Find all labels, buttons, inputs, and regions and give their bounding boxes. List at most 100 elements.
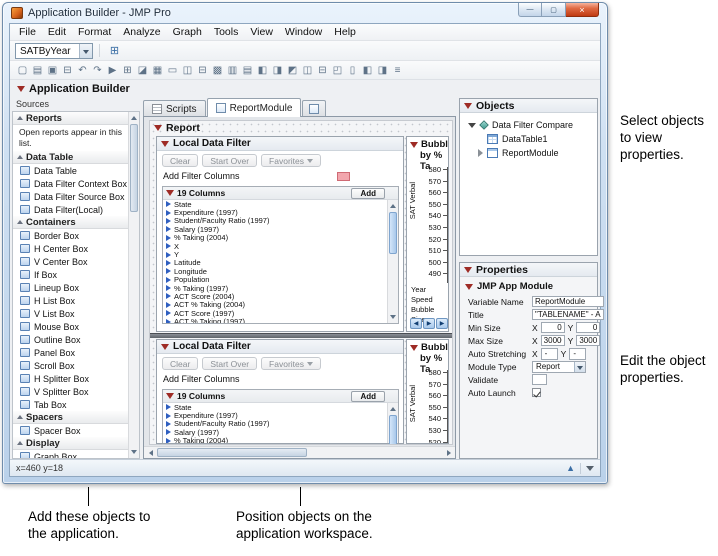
menu-item[interactable]: View [244,25,279,39]
source-item[interactable]: Border Box [13,229,128,242]
module-type-select[interactable]: Report [532,361,586,373]
redo-icon[interactable]: ↷ [90,63,105,78]
variable-name-input[interactable] [532,296,604,307]
section-header-data-table[interactable]: Data Table [13,151,128,164]
source-item[interactable]: If Box [13,268,128,281]
start-over-button[interactable]: Start Over [202,154,257,167]
expand-closed-icon[interactable] [478,149,483,157]
tab-box-icon[interactable]: ◰ [330,63,345,78]
source-item[interactable]: V Center Box [13,255,128,268]
step-back-icon[interactable]: ◀ [410,318,422,329]
maximize-button[interactable]: ▢ [542,3,566,17]
undo-icon[interactable]: ↶ [75,63,90,78]
menu-item[interactable]: Edit [42,25,72,39]
outline-icon[interactable]: ◧ [255,63,270,78]
menu-item[interactable]: Analyze [117,25,166,39]
section-header-containers[interactable]: Containers [13,216,128,229]
menu-item[interactable]: Format [72,25,117,39]
auto-stretching-x-select[interactable]: - [541,348,558,360]
h-center-icon[interactable]: ◫ [180,63,195,78]
source-item[interactable]: Outline Box [13,333,128,346]
tab-scripts[interactable]: Scripts [143,100,206,117]
scroll-icon[interactable]: ◩ [285,63,300,78]
text-icon[interactable]: ≡ [390,63,405,78]
chart-outline-header[interactable]: Bubble [407,137,448,150]
title-input[interactable] [532,309,604,320]
column-item[interactable]: % Taking (2004) [163,437,387,443]
scrollbar-thumb[interactable] [389,212,397,254]
columns-scrollbar[interactable] [387,403,398,443]
add-button[interactable]: Add [351,391,385,402]
disclosure-icon[interactable] [166,190,174,196]
save-icon[interactable]: ▣ [45,63,60,78]
column-item[interactable]: % Taking (2004) [163,234,387,242]
column-item[interactable]: X [163,242,387,250]
spacer-icon[interactable]: ▯ [345,63,360,78]
disclosure-icon[interactable] [465,284,473,290]
align-left-icon[interactable]: ◧ [360,63,375,78]
local-data-filter-2[interactable]: Local Data Filter Clear Start Over Favor… [156,339,404,444]
horizontal-splitter[interactable] [150,333,452,338]
v-list-icon[interactable]: ▤ [240,63,255,78]
minimize-button[interactable]: — [518,3,542,17]
disclosure-icon[interactable] [410,345,418,351]
favorites-button[interactable]: Favorites [261,154,321,167]
max-size-y-input[interactable] [576,335,600,346]
clear-button[interactable]: Clear [162,357,198,370]
scrollbar-thumb[interactable] [157,448,307,457]
play-icon[interactable]: ▶ [423,318,435,329]
expand-open-icon[interactable] [468,123,476,128]
source-item[interactable]: H List Box [13,294,128,307]
source-item[interactable]: H Splitter Box [13,372,128,385]
filter-outline-header[interactable]: Local Data Filter [157,340,403,354]
add-button[interactable]: Add [351,188,385,199]
source-item[interactable]: Spacer Box [13,424,128,437]
section-header-spacers[interactable]: Spacers [13,411,128,424]
workspace-canvas[interactable]: Report Local Data Filter Clear Start Ove… [143,116,456,459]
h-list-icon[interactable]: ▥ [225,63,240,78]
validate-input[interactable] [532,374,547,385]
max-size-x-input[interactable] [541,335,565,346]
print-icon[interactable]: ⊟ [60,63,75,78]
local-data-filter-1[interactable]: Local Data Filter Clear Start Over Favor… [156,136,404,332]
disclosure-icon[interactable] [154,125,162,131]
objects-header[interactable]: Objects [460,99,597,113]
workspace-horizontal-scrollbar[interactable] [144,446,455,458]
close-button[interactable]: × [566,3,599,17]
source-item[interactable]: Tab Box [13,398,128,411]
columns-header[interactable]: 19 Columns Add [163,390,398,403]
clear-button[interactable]: Clear [162,154,198,167]
menu-item[interactable]: Help [328,25,362,39]
v-center-icon[interactable]: ⊟ [195,63,210,78]
grid-icon[interactable]: ▦ [150,63,165,78]
bubble-chart-preview-2[interactable]: Bubble by % Ta SAT Verbal 58057056055054… [406,339,449,444]
scroll-down-icon[interactable] [388,312,398,323]
disclosure-icon[interactable] [166,393,174,399]
scroll-up-icon[interactable] [388,403,398,414]
auto-launch-checkbox[interactable] [532,388,541,397]
filter-outline-header[interactable]: Local Data Filter [157,137,403,151]
chevron-down-icon[interactable] [79,44,92,58]
column-item[interactable]: ACT % Taking (1997) [163,317,387,323]
source-item[interactable]: Scroll Box [13,359,128,372]
source-item[interactable]: Data Table [13,164,128,177]
report-module-box[interactable]: Report Local Data Filter Clear Start Ove… [149,120,453,445]
source-item[interactable]: Graph Box [13,450,128,458]
disclosure-icon[interactable] [410,142,418,148]
panel-icon[interactable]: ◨ [270,63,285,78]
tree-item-data-filter-compare[interactable]: Data Filter Compare [460,118,597,132]
run-script-icon[interactable]: ▶ [105,63,120,78]
source-item[interactable]: Data Filter Context Box [13,177,128,190]
properties-header[interactable]: Properties [460,263,597,277]
disclosure-icon[interactable] [464,103,472,109]
scroll-down-icon[interactable] [129,447,139,458]
lineup-icon[interactable]: ▩ [210,63,225,78]
scrollbar-thumb[interactable] [130,124,138,212]
scrollbar-thumb[interactable] [389,415,397,444]
bubble-chart-preview-1[interactable]: Bubble by % Ta SAT Verbal 58057056055054… [406,136,449,332]
source-item[interactable]: Panel Box [13,346,128,359]
h-splitter-icon[interactable]: ◫ [300,63,315,78]
chevron-down-icon[interactable] [586,466,594,475]
section-header-reports[interactable]: Reports [13,112,128,125]
data-table-icon[interactable]: ⊞ [120,63,135,78]
